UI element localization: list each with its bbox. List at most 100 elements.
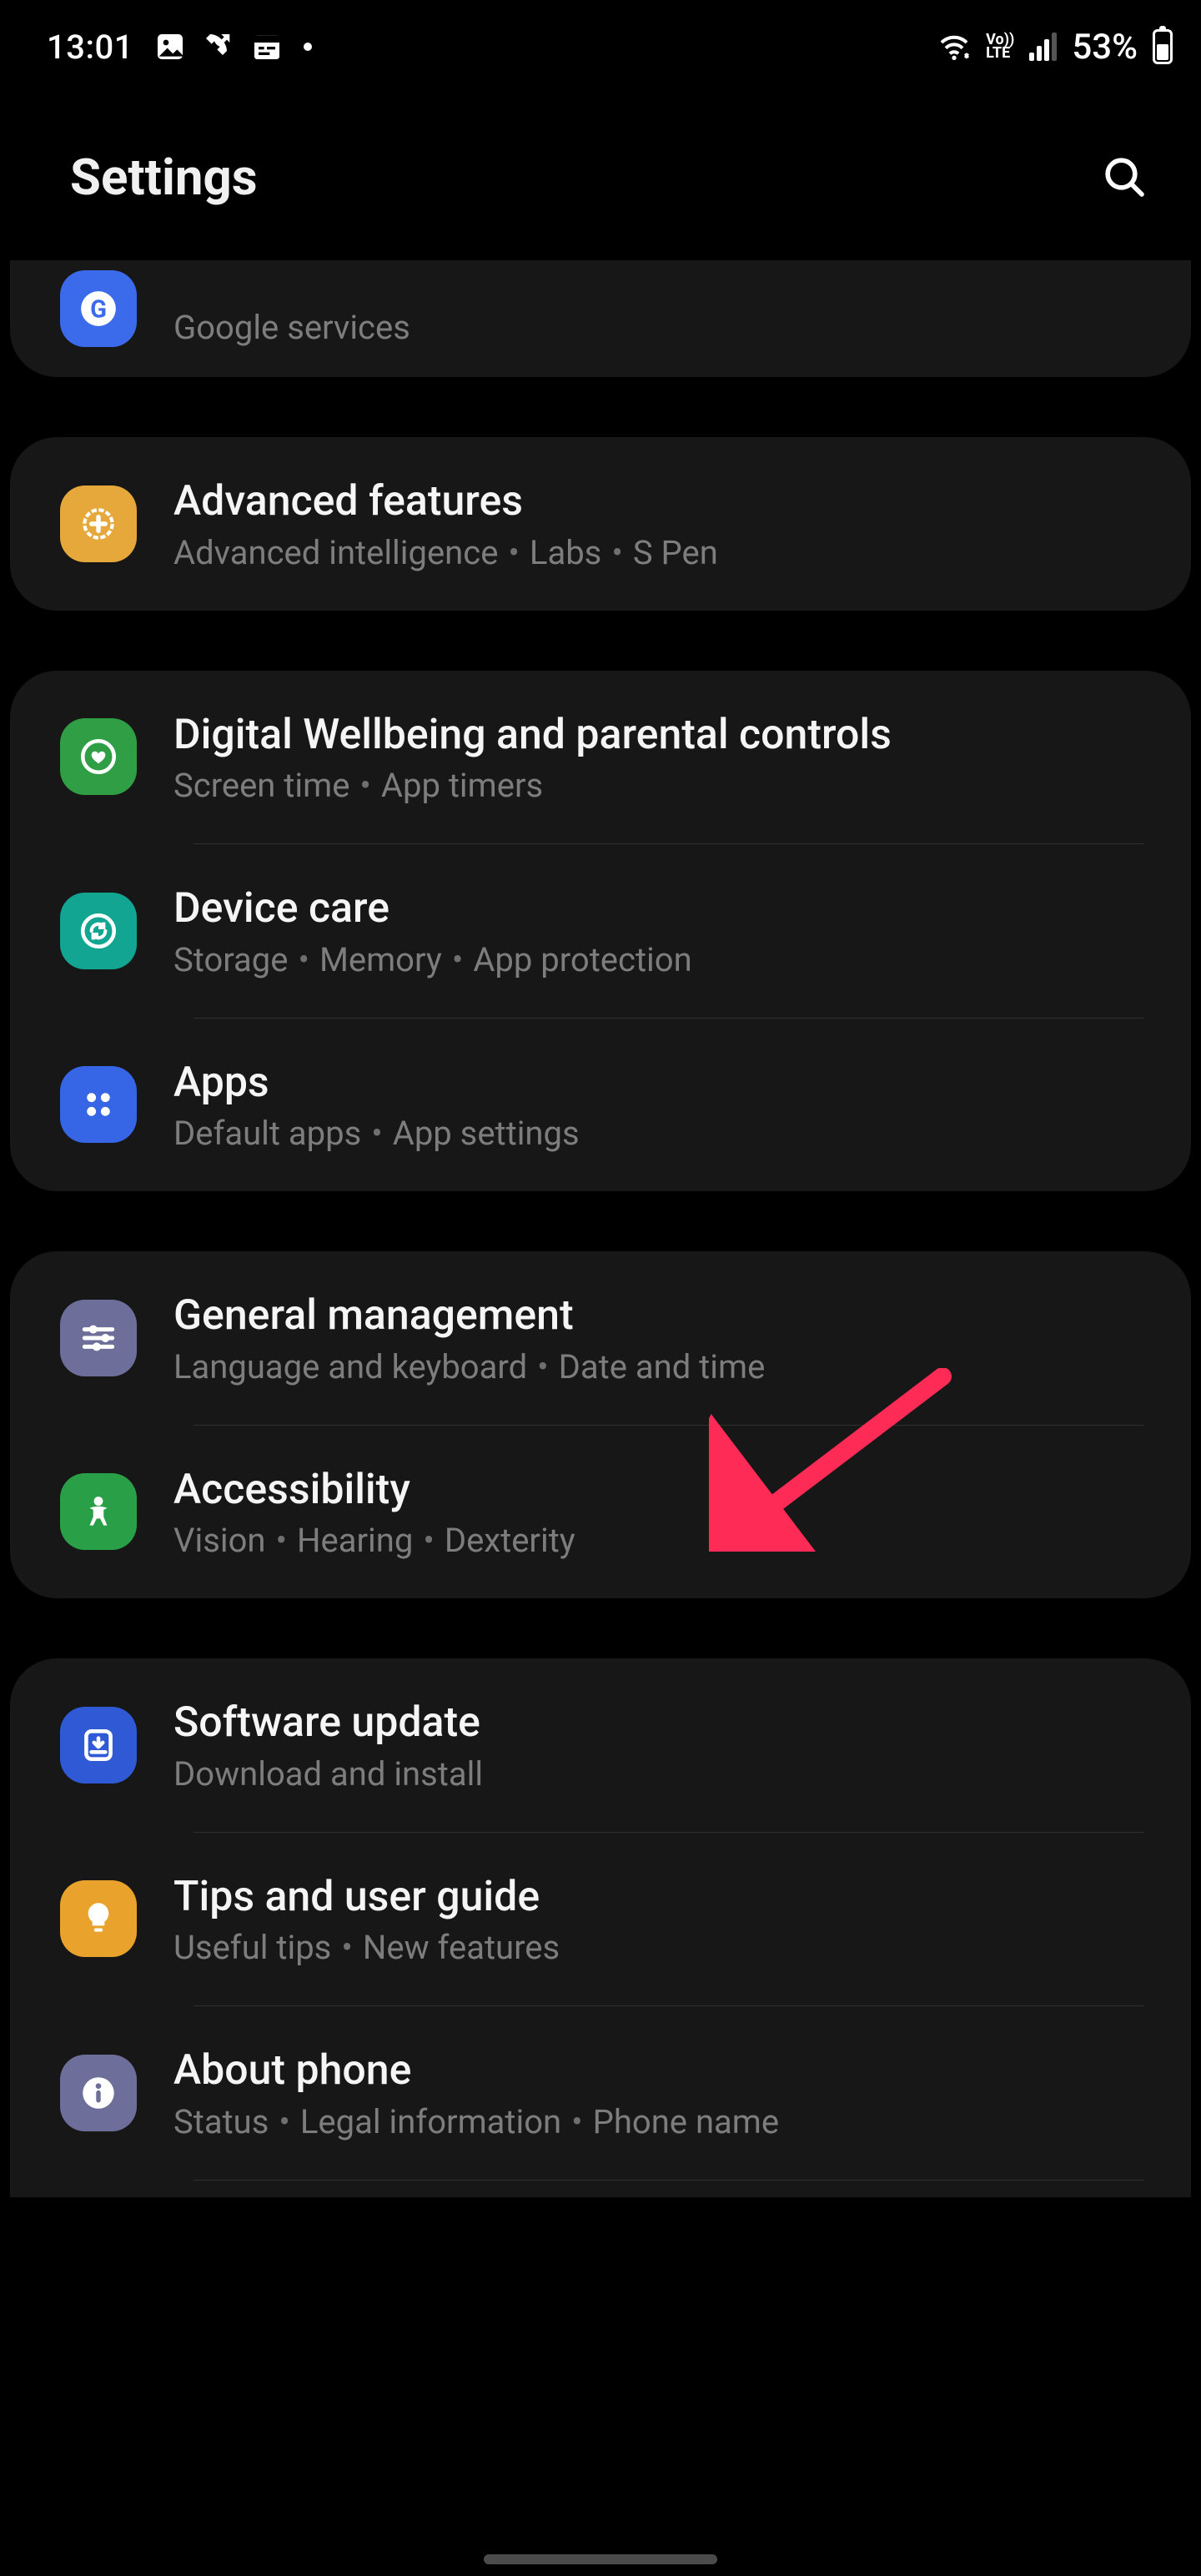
settings-item-title: About phone	[173, 2045, 1144, 2097]
google-icon	[60, 270, 137, 347]
subtitle-part: Dexterity	[445, 1521, 575, 1560]
settings-item-title: Software update	[173, 1697, 1144, 1749]
settings-item-text: GoogleGoogle services	[173, 303, 1144, 347]
separator-dot: •	[508, 533, 520, 572]
status-left: 13:01	[47, 28, 312, 67]
download-circle-icon	[60, 1707, 137, 1784]
subtitle-part: Date and time	[559, 1347, 766, 1386]
subtitle-part: Google services	[173, 308, 410, 347]
settings-group: GoogleGoogle services	[10, 260, 1191, 377]
settings-item-text: Device careStorage•Memory•App protection	[173, 883, 1144, 979]
settings-group: Digital Wellbeing and parental controls S…	[10, 671, 1191, 1192]
subtitle-part: Storage	[173, 940, 288, 979]
battery-percentage: 53%	[1072, 27, 1138, 68]
settings-item-advanced-features[interactable]: Advanced featuresAdvanced intelligence•L…	[10, 437, 1191, 611]
separator-dot: •	[571, 2102, 583, 2141]
settings-group: Software update Download and install Tips …	[10, 1658, 1191, 2197]
settings-item-text: AccessibilityVision•Hearing•Dexterity	[173, 1464, 1144, 1561]
subtitle-part: App timers	[381, 766, 543, 805]
subtitle-part: App settings	[393, 1114, 580, 1153]
settings-item-title: General management	[173, 1290, 1144, 1342]
settings-item-google[interactable]: GoogleGoogle services	[10, 260, 1191, 377]
subtitle-part: Hearing	[297, 1521, 413, 1560]
settings-item-software-update[interactable]: Software update Download and install	[10, 1658, 1191, 1832]
separator-dot: •	[298, 940, 309, 979]
settings-item-text: General management Language and keyboard •…	[173, 1290, 1144, 1386]
settings-item-digital-wellbeing[interactable]: Digital Wellbeing and parental controls S…	[10, 671, 1191, 844]
refresh-circle-icon	[60, 893, 137, 969]
settings-item-subtitle: Google services	[173, 308, 1144, 347]
subtitle-part: Default apps	[173, 1114, 361, 1153]
settings-list[interactable]: GoogleGoogle services Advanced featuresAd…	[0, 260, 1201, 2197]
settings-item-text: AppsDefault apps•App settings	[173, 1057, 1144, 1154]
status-right: Vo)) LTE 53%	[937, 27, 1173, 68]
subtitle-part: Status	[173, 2102, 269, 2141]
settings-item-text: Software update Download and install	[173, 1697, 1144, 1794]
settings-item-apps[interactable]: AppsDefault apps•App settings	[10, 1019, 1191, 1192]
page-title: Settings	[70, 148, 258, 207]
heart-circle-icon	[60, 718, 137, 795]
settings-item-text: Digital Wellbeing and parental controls S…	[173, 709, 1144, 806]
status-bar: 13:01 Vo)) LTE 53%	[0, 0, 1201, 93]
info-icon	[60, 2055, 137, 2131]
settings-item-subtitle: Default apps•App settings	[173, 1114, 1144, 1153]
apps-grid-icon	[60, 1066, 137, 1143]
subtitle-part: Memory	[319, 940, 442, 979]
settings-item-accessibility[interactable]: AccessibilityVision•Hearing•Dexterity	[10, 1426, 1191, 1599]
settings-item-subtitle: Advanced intelligence•Labs•S Pen	[173, 533, 1144, 572]
status-clock: 13:01	[47, 28, 133, 67]
settings-item-subtitle: Screen time • App timers	[173, 766, 1144, 805]
settings-item-subtitle: Language and keyboard • Date and time	[173, 1347, 1144, 1386]
settings-item-subtitle: Useful tips • New features	[173, 1928, 1144, 1967]
subtitle-part: Legal information	[300, 2102, 561, 2141]
search-icon	[1101, 153, 1148, 200]
plus-gear-icon	[60, 486, 137, 562]
settings-item-subtitle: Status • Legal information • Phone name	[173, 2102, 1144, 2141]
separator-dot: •	[279, 2102, 290, 2141]
subtitle-part: New features	[363, 1928, 560, 1967]
subtitle-part: Download and install	[173, 1754, 483, 1794]
settings-item-title: Accessibility	[173, 1464, 1144, 1517]
search-button[interactable]	[1094, 147, 1154, 207]
settings-item-subtitle: Download and install	[173, 1754, 1144, 1794]
separator-dot: •	[275, 1521, 287, 1560]
settings-item-subtitle: Storage•Memory•App protection	[173, 940, 1144, 979]
subtitle-part: Language and keyboard	[173, 1347, 527, 1386]
subtitle-part: Vision	[173, 1521, 265, 1560]
subtitle-part: Phone name	[593, 2102, 779, 2141]
app-header: Settings	[0, 93, 1201, 260]
subtitle-part: App protection	[473, 940, 691, 979]
separator-dot: •	[537, 1347, 549, 1386]
settings-item-title: Device care	[173, 883, 1144, 935]
volte-icon: Vo)) LTE	[986, 33, 1014, 60]
calendar-icon	[250, 30, 284, 63]
settings-item-about-phone[interactable]: About phone Status • Legal information • Phon…	[10, 2006, 1191, 2180]
battery-icon	[1153, 29, 1173, 64]
gesture-bar	[484, 2554, 717, 2564]
settings-item-text: Tips and user guide Useful tips • New featu…	[173, 1871, 1144, 1968]
separator-dot: •	[611, 533, 623, 572]
status-more-dot-icon	[304, 43, 312, 51]
separator-dot: •	[452, 940, 464, 979]
phone-missed-icon	[202, 30, 235, 63]
settings-item-title: Digital Wellbeing and parental controls	[173, 709, 1144, 762]
wifi-icon	[937, 30, 971, 63]
person-icon	[60, 1473, 137, 1550]
settings-item-device-care[interactable]: Device careStorage•Memory•App protection	[10, 844, 1191, 1018]
subtitle-part: Useful tips	[173, 1928, 331, 1967]
settings-group: General management Language and keyboard •…	[10, 1251, 1191, 1598]
settings-item-title: Advanced features	[173, 475, 1144, 528]
subtitle-part: Screen time	[173, 766, 349, 805]
sliders-icon	[60, 1300, 137, 1376]
subtitle-part: S Pen	[633, 533, 718, 572]
gallery-icon	[153, 30, 187, 63]
settings-item-tips[interactable]: Tips and user guide Useful tips • New featu…	[10, 1833, 1191, 2006]
settings-item-general-management[interactable]: General management Language and keyboard •…	[10, 1251, 1191, 1425]
separator-dot: •	[341, 1928, 353, 1967]
separator-dot: •	[359, 766, 371, 805]
settings-item-title: Tips and user guide	[173, 1871, 1144, 1924]
settings-item-text: About phone Status • Legal information • Phon…	[173, 2045, 1144, 2141]
settings-group: Advanced featuresAdvanced intelligence•L…	[10, 437, 1191, 611]
signal-icon	[1029, 33, 1057, 61]
lightbulb-icon	[60, 1880, 137, 1957]
